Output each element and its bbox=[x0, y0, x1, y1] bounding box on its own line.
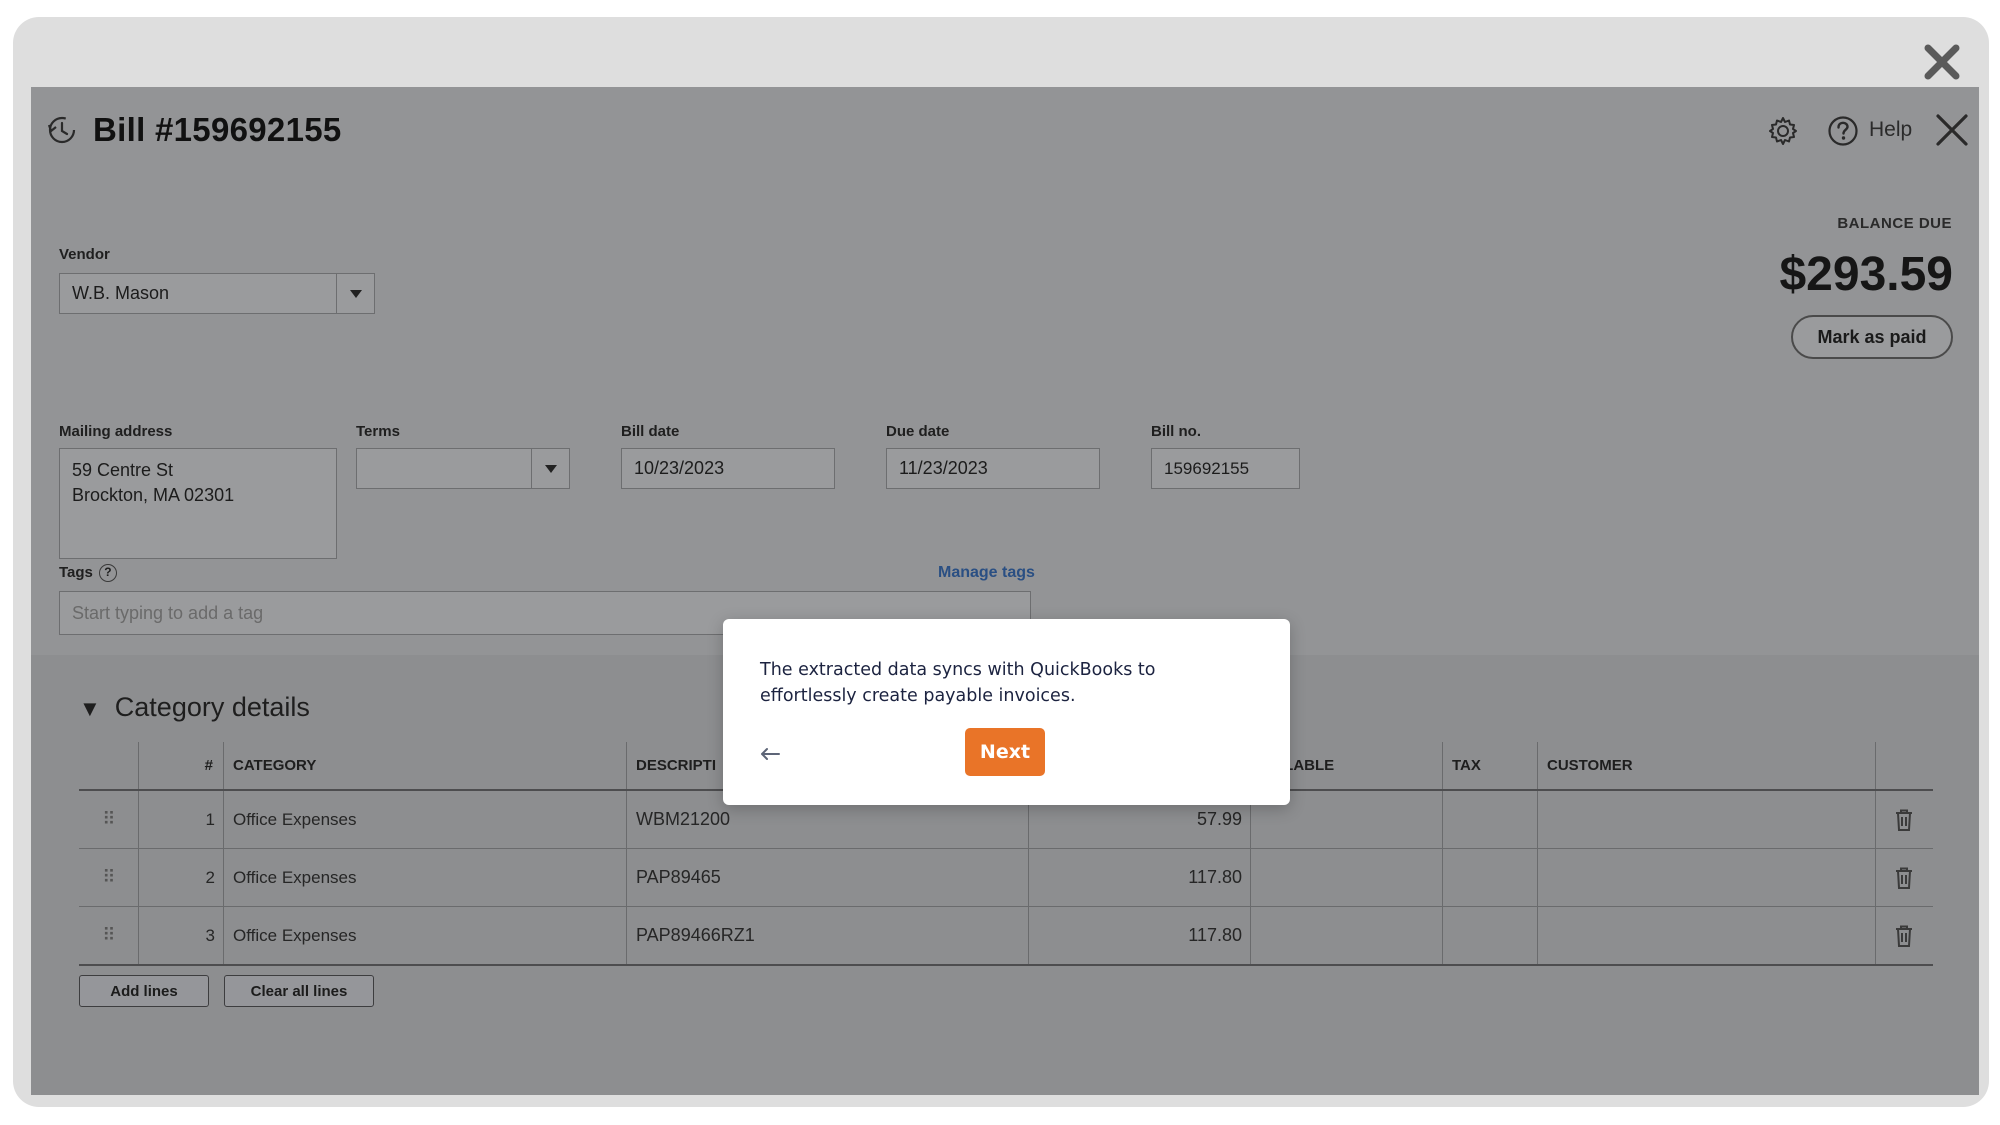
vendor-select[interactable]: W.B. Mason bbox=[59, 273, 375, 314]
header-category: CATEGORY bbox=[233, 757, 317, 774]
drag-handle-icon[interactable]: ⠿ bbox=[79, 849, 138, 906]
row-num: 1 bbox=[205, 809, 215, 829]
tags-label: Tags? bbox=[59, 564, 117, 583]
row-tax[interactable] bbox=[1442, 791, 1537, 848]
table-row[interactable]: ⠿ 3 Office Expenses PAP89466RZ1 117.80 bbox=[79, 907, 1933, 966]
row-tax[interactable] bbox=[1442, 849, 1537, 906]
due-date-field[interactable]: 11/23/2023 bbox=[886, 448, 1100, 489]
row-category[interactable]: Office Expenses bbox=[223, 907, 626, 964]
drag-handle-icon[interactable]: ⠿ bbox=[79, 791, 138, 848]
due-date-label: Due date bbox=[886, 423, 950, 440]
close-icon[interactable] bbox=[1920, 40, 1964, 84]
chevron-down-icon[interactable] bbox=[336, 274, 374, 313]
vendor-label: Vendor bbox=[59, 246, 110, 263]
trash-icon[interactable] bbox=[1875, 849, 1933, 906]
bill-window: Bill #159692155 Help BALANCE DUE $293.59… bbox=[31, 87, 1979, 1095]
trash-icon[interactable] bbox=[1875, 791, 1933, 848]
bill-date-label: Bill date bbox=[621, 423, 680, 440]
header-num: # bbox=[204, 757, 213, 774]
arrow-left-icon[interactable] bbox=[759, 747, 781, 761]
row-customer[interactable] bbox=[1537, 907, 1875, 964]
mark-as-paid-button[interactable]: Mark as paid bbox=[1791, 315, 1953, 359]
close-bill-icon[interactable] bbox=[1934, 112, 1970, 148]
row-num: 3 bbox=[205, 925, 215, 945]
row-customer[interactable] bbox=[1537, 791, 1875, 848]
bill-date-field[interactable]: 10/23/2023 bbox=[621, 448, 835, 489]
tags-placeholder: Start typing to add a tag bbox=[72, 602, 264, 623]
row-amount[interactable]: 117.80 bbox=[1028, 907, 1250, 964]
balance-due-amount: $293.59 bbox=[1779, 248, 1953, 301]
help-circle-icon[interactable] bbox=[1827, 115, 1859, 147]
row-category[interactable]: Office Expenses bbox=[223, 849, 626, 906]
bill-history-icon[interactable] bbox=[45, 113, 79, 147]
balance-due-label: BALANCE DUE bbox=[1837, 215, 1952, 232]
collapse-triangle-icon: ▼ bbox=[79, 696, 101, 721]
mailing-address-line1: 59 Centre St bbox=[72, 460, 174, 480]
bill-no-field[interactable]: 159692155 bbox=[1151, 448, 1300, 489]
row-billable[interactable] bbox=[1250, 907, 1442, 964]
terms-select[interactable] bbox=[356, 448, 570, 489]
drag-handle-icon[interactable]: ⠿ bbox=[79, 907, 138, 964]
row-category[interactable]: Office Expenses bbox=[223, 791, 626, 848]
mailing-address-line2: Brockton, MA 02301 bbox=[72, 485, 235, 505]
row-num: 2 bbox=[205, 867, 215, 887]
add-lines-button[interactable]: Add lines bbox=[79, 975, 209, 1007]
bill-date-value: 10/23/2023 bbox=[634, 458, 725, 478]
tags-label-text: Tags bbox=[59, 564, 93, 581]
mailing-address-field[interactable]: 59 Centre St Brockton, MA 02301 bbox=[59, 448, 337, 559]
bill-no-label: Bill no. bbox=[1151, 423, 1201, 440]
clear-all-lines-button[interactable]: Clear all lines bbox=[224, 975, 374, 1007]
tags-help-icon[interactable]: ? bbox=[98, 564, 117, 583]
row-description[interactable]: PAP89466RZ1 bbox=[626, 907, 1028, 964]
help-label[interactable]: Help bbox=[1869, 118, 1912, 142]
terms-label: Terms bbox=[356, 423, 400, 440]
bill-no-value: 159692155 bbox=[1164, 458, 1250, 478]
table-row[interactable]: ⠿ 2 Office Expenses PAP89465 117.80 bbox=[79, 849, 1933, 907]
tour-popover: The extracted data syncs with QuickBooks… bbox=[723, 619, 1290, 805]
row-description[interactable]: PAP89465 bbox=[626, 849, 1028, 906]
row-billable[interactable] bbox=[1250, 849, 1442, 906]
vendor-value: W.B. Mason bbox=[72, 283, 170, 303]
row-amount[interactable]: 117.80 bbox=[1028, 849, 1250, 906]
next-button[interactable]: Next bbox=[965, 728, 1045, 776]
chevron-down-icon[interactable] bbox=[531, 449, 569, 488]
page-title: Bill #159692155 bbox=[93, 111, 342, 148]
category-details-title: Category details bbox=[114, 692, 310, 722]
row-tax[interactable] bbox=[1442, 907, 1537, 964]
due-date-value: 11/23/2023 bbox=[899, 458, 988, 478]
header-customer: CUSTOMER bbox=[1547, 757, 1633, 774]
manage-tags-link[interactable]: Manage tags bbox=[938, 564, 1035, 582]
gear-icon[interactable] bbox=[1767, 115, 1799, 147]
row-customer[interactable] bbox=[1537, 849, 1875, 906]
category-details-toggle[interactable]: ▼ Category details bbox=[79, 692, 310, 723]
mailing-address-label: Mailing address bbox=[59, 423, 173, 440]
trash-icon[interactable] bbox=[1875, 907, 1933, 964]
popover-text: The extracted data syncs with QuickBooks… bbox=[760, 660, 1156, 706]
header-tax: TAX bbox=[1452, 757, 1481, 774]
